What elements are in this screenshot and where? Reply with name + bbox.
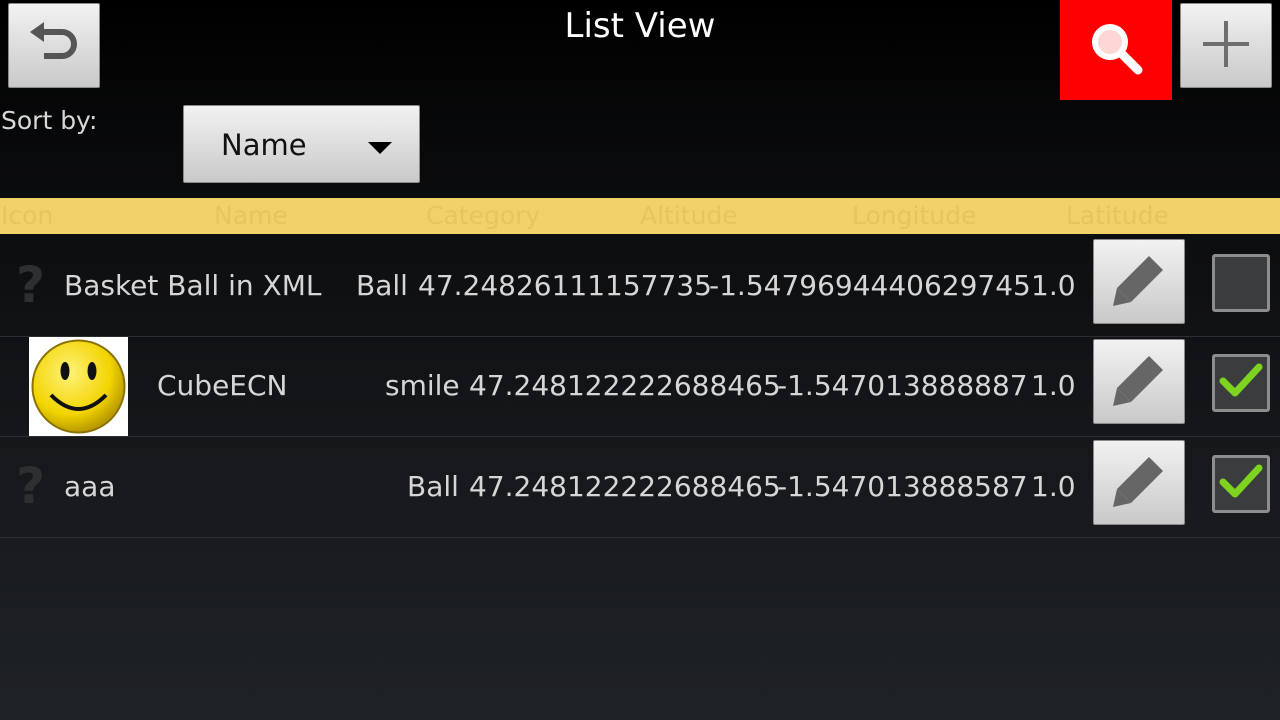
row-altitude: 47.248122222688465 — [469, 369, 781, 402]
column-header-longitude: Longitude — [852, 201, 977, 230]
dropdown-arrow-icon — [368, 142, 392, 154]
row-checkbox[interactable] — [1212, 354, 1270, 412]
edit-button[interactable] — [1093, 440, 1185, 525]
row-category: smile — [385, 369, 460, 402]
row-altitude: 47.24826111157735 — [418, 269, 712, 302]
checkmark-icon — [1219, 361, 1263, 405]
column-header-category: Category — [426, 201, 541, 230]
row-latitude: 1.0 — [1031, 269, 1076, 302]
search-icon — [1086, 18, 1146, 82]
column-header-bar: Icon Name Category Altitude Longitude La… — [0, 198, 1280, 234]
row-name: Basket Ball in XML — [64, 269, 322, 302]
row-category: Ball — [356, 269, 408, 302]
row-category: Ball — [407, 470, 459, 503]
row-checkbox[interactable] — [1212, 455, 1270, 513]
sort-selected-value: Name — [221, 128, 307, 162]
row-longitude: -1.547013888587 — [777, 470, 1028, 503]
sort-label: Sort by: — [1, 106, 98, 135]
search-button[interactable] — [1060, 0, 1172, 100]
pencil-icon — [1111, 252, 1167, 312]
row-altitude: 47.248122222688465 — [469, 470, 781, 503]
pencil-icon — [1111, 453, 1167, 513]
row-latitude: 1.0 — [1031, 470, 1076, 503]
column-header-latitude: Latitude — [1066, 201, 1169, 230]
checkmark-icon — [1219, 462, 1263, 506]
edit-button[interactable] — [1093, 239, 1185, 324]
list-row[interactable]: ? aaa Ball 47.248122222688465 -1.5470138… — [0, 437, 1280, 538]
question-mark-icon: ? — [16, 457, 46, 515]
row-latitude: 1.0 — [1031, 369, 1076, 402]
row-name: aaa — [64, 470, 116, 503]
plus-icon — [1201, 19, 1251, 73]
list-row[interactable]: ? Basket Ball in XML Ball 47.24826111157… — [0, 236, 1280, 337]
row-checkbox[interactable] — [1212, 254, 1270, 312]
row-longitude: -1.5479694440629745 — [709, 269, 1031, 302]
column-header-icon: Icon — [1, 201, 54, 230]
edit-button[interactable] — [1093, 339, 1185, 424]
pencil-icon — [1111, 352, 1167, 412]
row-name: CubeECN — [157, 369, 288, 402]
question-mark-icon: ? — [16, 256, 46, 314]
list-row[interactable]: CubeECN smile 47.248122222688465 -1.5470… — [0, 336, 1280, 437]
row-longitude: -1.547013888887 — [777, 369, 1028, 402]
smiley-face-icon — [29, 337, 128, 436]
add-button[interactable] — [1180, 3, 1272, 88]
sort-dropdown[interactable]: Name — [183, 105, 420, 183]
column-header-altitude: Altitude — [640, 201, 738, 230]
column-header-name: Name — [214, 201, 288, 230]
